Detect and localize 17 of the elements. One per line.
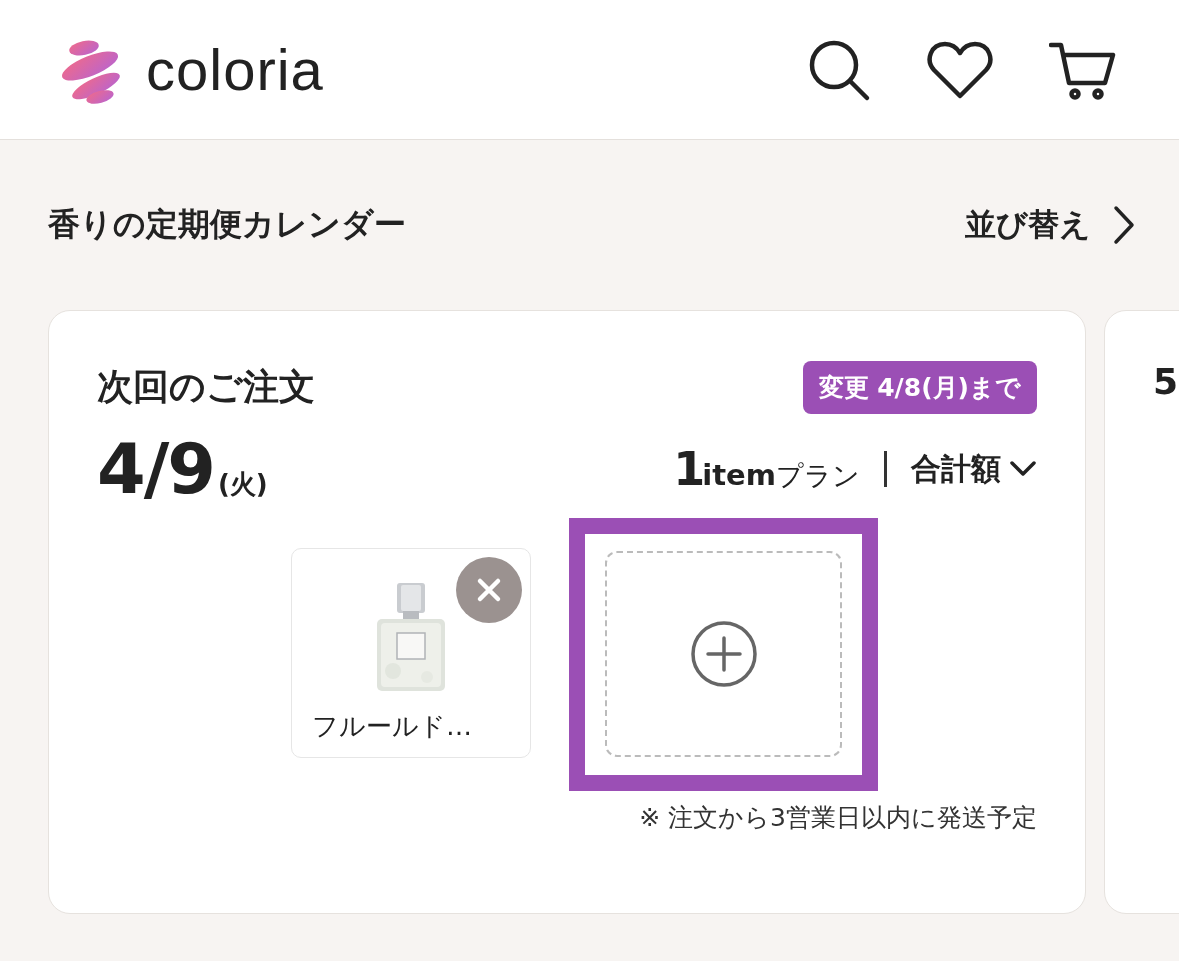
order-title: 次回のご注文: [97, 365, 315, 409]
chevron-down-icon: [1009, 460, 1037, 478]
section-title: 香りの定期便カレンダー: [48, 204, 406, 245]
heart-icon[interactable]: [927, 39, 993, 100]
sort-link[interactable]: 並び替え: [965, 204, 1135, 246]
logo-wordmark[interactable]: coloria: [146, 36, 324, 103]
shipping-note: ※ 注文から3営業日以内に発送予定: [639, 802, 1037, 834]
close-icon: [476, 577, 502, 603]
plan-label: 1itemプラン: [673, 442, 860, 496]
deadline-badge: 変更 4/8(月)まで: [802, 361, 1037, 414]
product-name: フルールド…: [311, 710, 472, 743]
order-title: 5: [1153, 361, 1179, 402]
product-card[interactable]: フルールド…: [291, 548, 531, 758]
total-toggle[interactable]: 合計額: [911, 448, 1037, 490]
plus-icon: [689, 620, 758, 688]
delivery-date: 4/9(火): [97, 428, 268, 510]
chevron-right-icon: [1113, 205, 1135, 245]
